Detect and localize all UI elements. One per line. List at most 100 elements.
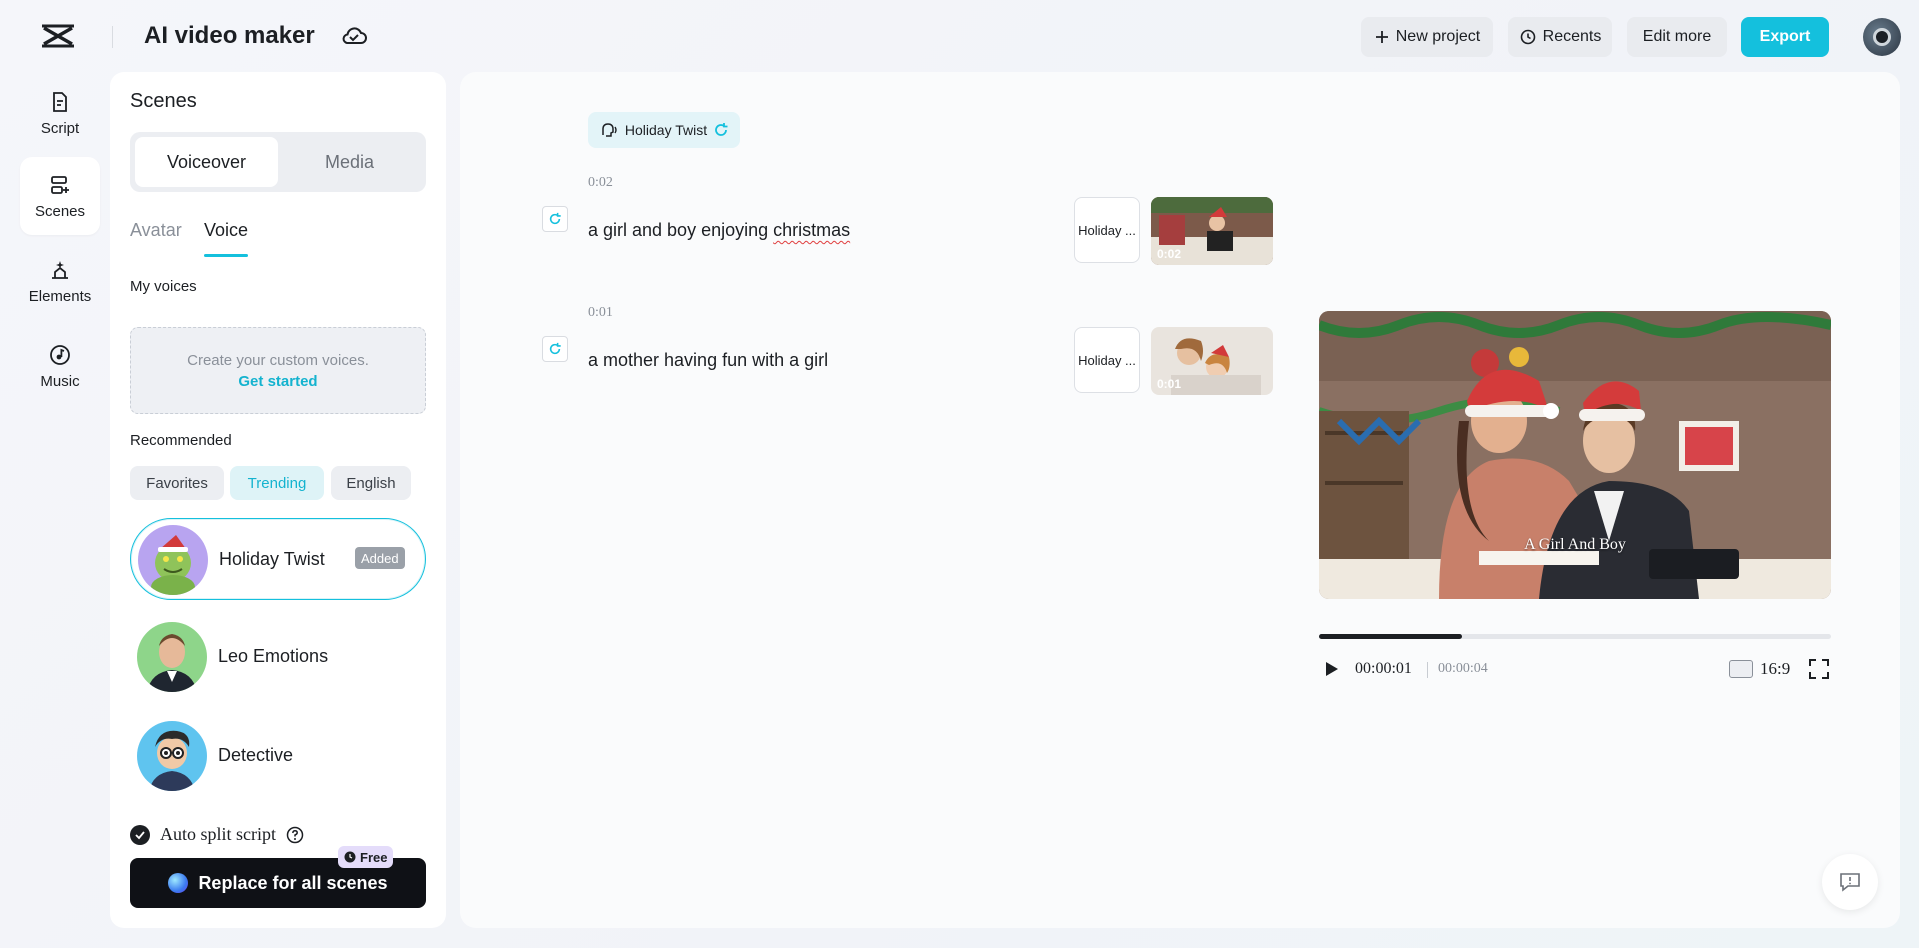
- export-label: Export: [1760, 28, 1811, 46]
- play-icon[interactable]: [1322, 660, 1340, 678]
- get-started-link[interactable]: Get started: [131, 373, 425, 390]
- holiday-twist-avatar: [138, 525, 208, 595]
- filter-favorites[interactable]: Favorites: [130, 466, 224, 500]
- custom-voice-box[interactable]: Create your custom voices. Get started: [130, 327, 426, 414]
- scene-voice-thumbnail[interactable]: Holiday ...: [1074, 327, 1140, 393]
- voiceover-tab[interactable]: Voiceover: [135, 137, 278, 187]
- leo-emotions-avatar: [137, 622, 207, 692]
- scene-media-thumbnail[interactable]: 0:02: [1151, 197, 1273, 265]
- clock-icon: [344, 851, 356, 863]
- aspect-ratio-icon[interactable]: [1729, 660, 1753, 678]
- voice-item-leo-emotions[interactable]: Leo Emotions: [130, 616, 426, 698]
- scene-media-thumbnail[interactable]: 0:01: [1151, 327, 1273, 395]
- nav-scenes-label: Scenes: [35, 203, 85, 220]
- media-tab[interactable]: Media: [278, 137, 421, 187]
- voice-head-icon: [599, 121, 619, 139]
- user-avatar[interactable]: [1863, 18, 1901, 56]
- auto-split-checkbox[interactable]: [130, 825, 150, 845]
- edit-more-label: Edit more: [1643, 28, 1711, 46]
- scene-voice-thumbnail[interactable]: Holiday ...: [1074, 197, 1140, 263]
- camera-lens-icon: [1873, 28, 1891, 46]
- regenerate-icon: [548, 342, 562, 356]
- help-icon[interactable]: [286, 826, 304, 844]
- scenes-icon: [48, 173, 72, 197]
- scene-time: 0:02: [588, 175, 613, 191]
- scene-time: 0:01: [588, 305, 613, 321]
- voice-subtab[interactable]: Voice: [204, 220, 248, 241]
- free-badge-label: Free: [360, 850, 387, 865]
- media-duration: 0:01: [1157, 377, 1181, 391]
- current-time: 00:00:01: [1355, 660, 1412, 678]
- aspect-ratio-label[interactable]: 16:9: [1760, 659, 1790, 679]
- scene-regenerate-button[interactable]: [542, 206, 568, 232]
- scene-regenerate-button[interactable]: [542, 336, 568, 362]
- recents-label: Recents: [1543, 28, 1602, 46]
- my-voices-label: My voices: [130, 278, 197, 295]
- auto-split-label: Auto split script: [160, 824, 276, 845]
- time-separator: [1427, 662, 1428, 678]
- scene-script-text[interactable]: a girl and boy enjoying christmas: [588, 220, 850, 241]
- header-divider: [112, 26, 113, 48]
- recommended-label: Recommended: [130, 432, 232, 449]
- elements-icon: [48, 258, 72, 282]
- nav-elements-label: Elements: [29, 288, 92, 305]
- nav-script[interactable]: Script: [20, 74, 100, 152]
- plus-icon: [1374, 29, 1390, 45]
- nav-scenes[interactable]: Scenes: [20, 157, 100, 235]
- app-title: AI video maker: [144, 22, 315, 50]
- filter-english[interactable]: English: [331, 466, 411, 500]
- voiceover-media-toggle: Voiceover Media: [130, 132, 426, 192]
- scenes-panel: Scenes Voiceover Media Avatar Voice My v…: [110, 72, 446, 928]
- capcut-logo-icon[interactable]: [40, 22, 76, 50]
- export-button[interactable]: Export: [1741, 17, 1829, 57]
- new-project-button[interactable]: New project: [1361, 17, 1493, 57]
- nav-music[interactable]: Music: [20, 327, 100, 405]
- preview-frame: [1319, 311, 1831, 599]
- top-bar: AI video maker New project Recents Edit …: [0, 0, 1919, 72]
- checkmark-icon: [134, 829, 146, 841]
- misspelled-word: christmas: [773, 220, 850, 240]
- custom-voice-text: Create your custom voices.: [187, 352, 369, 369]
- script-icon: [48, 90, 72, 114]
- total-time: 00:00:04: [1438, 661, 1488, 677]
- voice-subtab-underline: [204, 254, 248, 257]
- regenerate-icon: [548, 212, 562, 226]
- auto-split-option[interactable]: Auto split script: [130, 824, 304, 845]
- music-icon: [48, 343, 72, 367]
- nav-music-label: Music: [40, 373, 79, 390]
- edit-more-button[interactable]: Edit more: [1627, 17, 1727, 57]
- filter-trending[interactable]: Trending: [230, 466, 324, 500]
- feedback-icon: [1839, 872, 1861, 892]
- scene-script-text[interactable]: a mother having fun with a girl: [588, 350, 828, 371]
- added-badge: Added: [355, 547, 405, 569]
- voice-name: Leo Emotions: [218, 646, 328, 667]
- free-badge: Free: [338, 846, 393, 868]
- playback-progress-bar[interactable]: [1319, 634, 1831, 639]
- voice-item-holiday-twist[interactable]: Holiday Twist Added: [130, 518, 426, 600]
- ai-orb-icon: [168, 873, 188, 893]
- video-preview[interactable]: A Girl And Boy: [1319, 311, 1831, 599]
- history-icon: [1519, 28, 1537, 46]
- replace-label: Replace for all scenes: [198, 873, 387, 894]
- feedback-button[interactable]: [1822, 854, 1878, 910]
- voice-item-detective[interactable]: Detective: [130, 715, 426, 797]
- avatar-subtab[interactable]: Avatar: [130, 220, 182, 241]
- nav-script-label: Script: [41, 120, 79, 137]
- panel-title: Scenes: [130, 90, 197, 113]
- cloud-sync-icon[interactable]: [340, 24, 368, 48]
- preview-caption: A Girl And Boy: [1319, 536, 1831, 554]
- voice-pill-label: Holiday Twist: [625, 122, 707, 138]
- media-duration: 0:02: [1157, 247, 1181, 261]
- refresh-icon: [713, 122, 729, 138]
- voice-pill[interactable]: Holiday Twist: [588, 112, 740, 148]
- nav-elements[interactable]: Elements: [20, 242, 100, 320]
- detective-avatar: [137, 721, 207, 791]
- playback-progress-fill: [1319, 634, 1462, 639]
- new-project-label: New project: [1396, 28, 1480, 46]
- fullscreen-icon[interactable]: [1808, 658, 1830, 680]
- scene-text-main: a girl and boy enjoying: [588, 220, 773, 240]
- voice-name: Detective: [218, 745, 293, 766]
- scene-text-main: a mother having fun with a girl: [588, 350, 828, 370]
- voice-name: Holiday Twist: [219, 549, 325, 570]
- recents-button[interactable]: Recents: [1508, 17, 1612, 57]
